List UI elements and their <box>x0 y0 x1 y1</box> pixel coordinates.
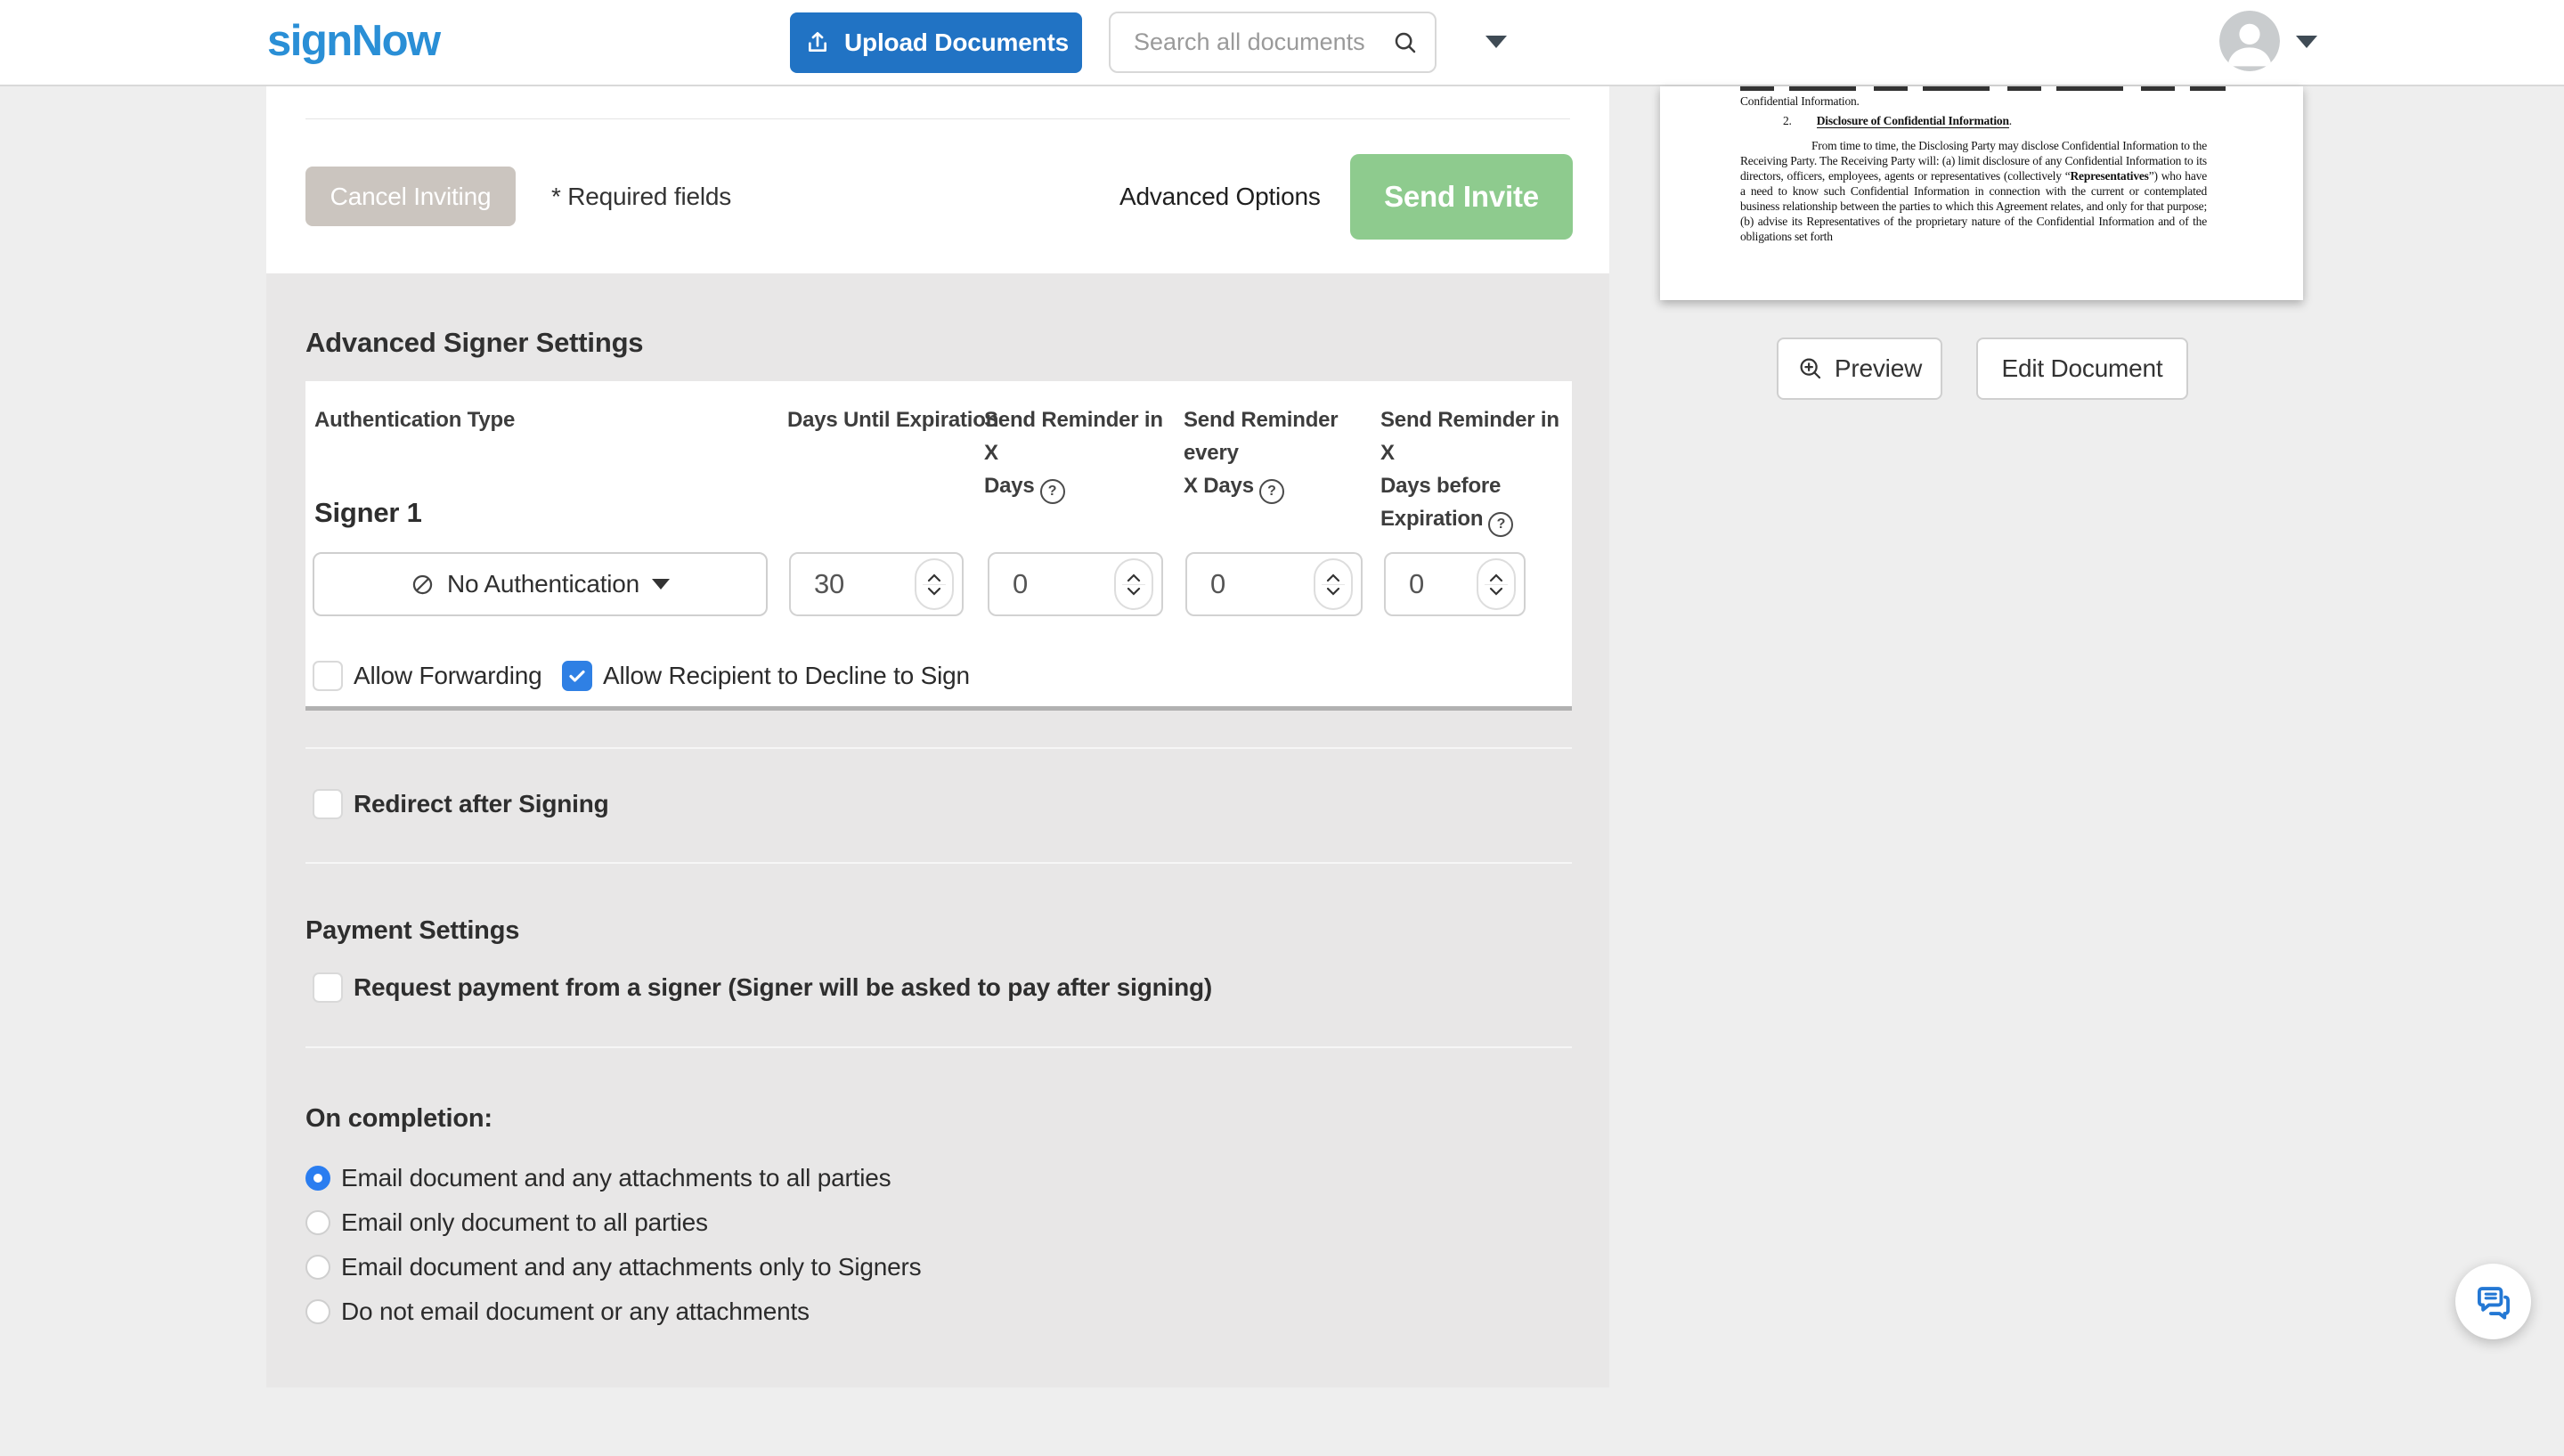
toolbar-divider <box>305 118 1570 119</box>
send-reminder-in-x-days-value: 0 <box>1013 568 1028 600</box>
account-menu-caret-icon[interactable] <box>2296 36 2317 48</box>
send-reminder-in-x-days-input[interactable]: 0 <box>988 552 1163 616</box>
stepper-control[interactable] <box>1314 558 1353 610</box>
request-payment-label: Request payment from a signer (Signer wi… <box>354 973 1212 1002</box>
stepper-down-icon <box>1326 587 1340 596</box>
upload-documents-button[interactable]: Upload Documents <box>790 12 1082 73</box>
help-icon[interactable]: ? <box>1488 512 1513 537</box>
stepper-down-icon <box>927 587 941 596</box>
search-input[interactable] <box>1132 28 1392 57</box>
help-icon[interactable]: ? <box>1259 479 1284 504</box>
column-send-reminder-before-expiration: Send Reminder in X Days before Expiratio… <box>1380 403 1575 537</box>
document-heading-text: Disclosure of Confidential Information <box>1817 114 2009 128</box>
completion-option-label: Email only document to all parties <box>341 1208 708 1237</box>
completion-option-only-signers: Email document and any attachments only … <box>305 1253 921 1281</box>
signer-settings-table: Authentication Type Days Until Expiratio… <box>305 381 1572 708</box>
authentication-type-dropdown[interactable]: No Authentication <box>313 552 768 616</box>
column-authentication-type: Authentication Type <box>314 403 515 436</box>
completion-option-label: Email document and any attachments only … <box>341 1253 921 1281</box>
edit-document-button-label: Edit Document <box>2001 354 2162 383</box>
send-reminder-every-x-days-input[interactable]: 0 <box>1185 552 1363 616</box>
stepper-control[interactable] <box>915 558 954 610</box>
document-heading: 2. Disclosure of Confidential Informatio… <box>1783 114 2012 128</box>
upload-button-label: Upload Documents <box>844 28 1069 57</box>
clipped-text-line <box>1740 86 2226 91</box>
send-reminder-before-expiration-input[interactable]: 0 <box>1384 552 1526 616</box>
completion-option-label: Email document and any attachments to al… <box>341 1164 891 1192</box>
payment-settings-title: Payment Settings <box>305 916 519 946</box>
advanced-signer-settings-title: Advanced Signer Settings <box>305 327 643 359</box>
section-divider <box>305 862 1572 864</box>
document-text-line: Confidential Information. <box>1740 94 1860 109</box>
avatar[interactable] <box>2219 11 2280 71</box>
stepper-down-icon <box>1489 587 1503 596</box>
search-icon[interactable] <box>1392 29 1419 56</box>
stepper-up-icon <box>1489 573 1503 582</box>
top-header-bar: signNow Upload Documents <box>0 0 2564 86</box>
checkmark-icon <box>566 665 588 687</box>
document-heading-number: 2. <box>1783 114 1792 128</box>
table-bottom-bar <box>305 706 1572 711</box>
invite-toolbar-section: Cancel Inviting * Required fields Advanc… <box>266 86 1609 273</box>
chat-support-button[interactable] <box>2455 1264 2531 1339</box>
stepper-up-icon <box>927 573 941 582</box>
redirect-after-signing-checkbox[interactable] <box>313 789 343 819</box>
signnow-logo[interactable]: signNow <box>267 16 440 66</box>
upload-icon <box>803 28 832 57</box>
preview-button[interactable]: Preview <box>1777 338 1942 400</box>
allow-decline-option: Allow Recipient to Decline to Sign <box>562 661 970 691</box>
on-completion-title: On completion: <box>305 1104 492 1134</box>
stepper-control[interactable] <box>1114 558 1153 610</box>
radio[interactable] <box>305 1255 330 1280</box>
cancel-inviting-button[interactable]: Cancel Inviting <box>305 167 516 226</box>
required-fields-note: * Required fields <box>551 167 731 226</box>
radio[interactable] <box>305 1299 330 1324</box>
send-reminder-every-x-days-value: 0 <box>1210 568 1225 600</box>
signnow-app: signNow Upload Documents <box>0 0 2564 1456</box>
stepper-down-icon <box>1127 587 1141 596</box>
section-divider <box>305 1046 1572 1048</box>
help-icon[interactable]: ? <box>1040 479 1065 504</box>
redirect-after-signing-option: Redirect after Signing <box>313 789 609 819</box>
send-reminder-before-expiration-value: 0 <box>1409 568 1424 600</box>
signer-name: Signer 1 <box>314 497 422 529</box>
allow-forwarding-label: Allow Forwarding <box>354 662 542 690</box>
redirect-after-signing-label: Redirect after Signing <box>354 790 609 818</box>
completion-option-only-document: Email only document to all parties <box>305 1208 708 1237</box>
search-box[interactable] <box>1109 12 1437 73</box>
authentication-type-value: No Authentication <box>447 570 639 598</box>
no-authentication-icon <box>411 573 435 597</box>
advanced-signer-settings-section: Advanced Signer Settings Authentication … <box>266 273 1609 1387</box>
radio[interactable] <box>305 1210 330 1235</box>
allow-forwarding-option: Allow Forwarding <box>313 661 542 691</box>
document-preview-thumbnail[interactable]: Confidential Information. 2. Disclosure … <box>1660 86 2303 300</box>
allow-decline-checkbox[interactable] <box>562 661 592 691</box>
search-options-caret-icon[interactable] <box>1485 36 1507 48</box>
column-days-until-expiration: Days Until Expiration <box>787 403 998 436</box>
request-payment-option: Request payment from a signer (Signer wi… <box>313 972 1212 1003</box>
chevron-down-icon <box>652 579 670 590</box>
send-invite-button[interactable]: Send Invite <box>1350 154 1573 240</box>
stepper-up-icon <box>1326 573 1340 582</box>
allow-forwarding-checkbox[interactable] <box>313 661 343 691</box>
completion-option-all-parties-attachments: Email document and any attachments to al… <box>305 1164 891 1192</box>
completion-option-no-email: Do not email document or any attachments <box>305 1297 810 1326</box>
request-payment-checkbox[interactable] <box>313 972 343 1003</box>
document-paragraph: From time to time, the Disclosing Party … <box>1740 138 2207 244</box>
completion-option-label: Do not email document or any attachments <box>341 1297 810 1326</box>
allow-decline-label: Allow Recipient to Decline to Sign <box>603 662 970 690</box>
section-divider <box>305 747 1572 749</box>
preview-button-label: Preview <box>1835 354 1922 383</box>
days-until-expiration-input[interactable]: 30 <box>789 552 964 616</box>
days-until-expiration-value: 30 <box>814 568 844 600</box>
chat-icon <box>2473 1281 2514 1322</box>
stepper-control[interactable] <box>1477 558 1516 610</box>
column-send-reminder-every-x-days: Send Reminder every X Days? <box>1184 403 1378 504</box>
stepper-up-icon <box>1127 573 1141 582</box>
zoom-in-icon <box>1797 355 1824 382</box>
advanced-options-link[interactable]: Advanced Options <box>1119 167 1321 226</box>
edit-document-button[interactable]: Edit Document <box>1976 338 2188 400</box>
column-send-reminder-in-x-days: Send Reminder in X Days? <box>984 403 1178 504</box>
radio-selected[interactable] <box>305 1166 330 1191</box>
